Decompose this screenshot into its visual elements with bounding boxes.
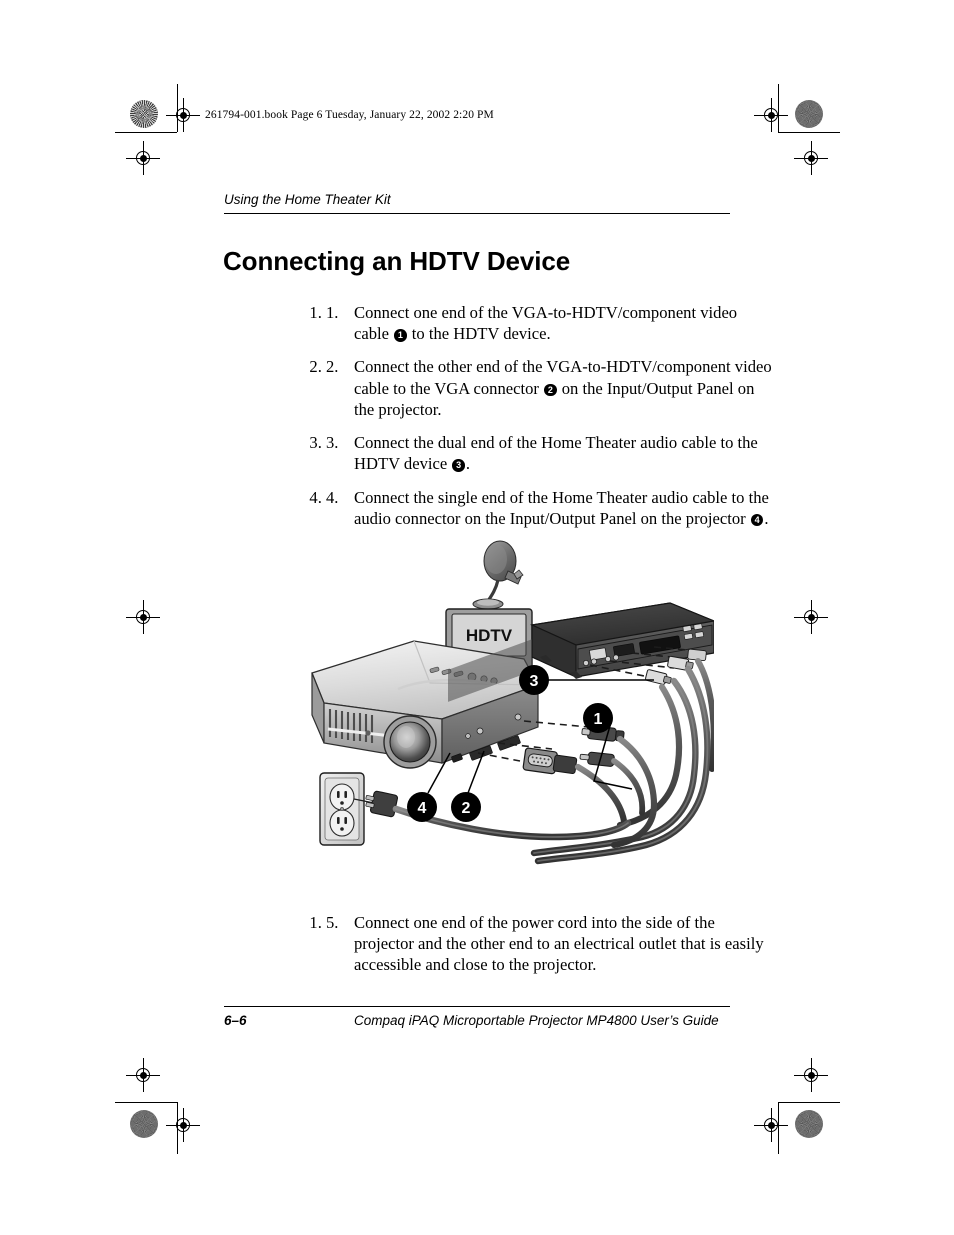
print-header-text: 261794-001.book Page 6 Tuesday, January …	[205, 109, 494, 121]
registration-mark-bottom-left-outer	[126, 1058, 160, 1092]
step-text: Connect one end of the power cord into t…	[354, 913, 764, 975]
callout-bubble-2: 2	[451, 792, 481, 822]
trim-line-top-left-h	[115, 132, 177, 134]
step-number: 1.	[326, 303, 339, 322]
instruction-step: 1. Connect one end of the VGA-to-HDTV/com…	[326, 302, 774, 344]
instruction-list-after-figure: 5. Connect one end of the power cord into…	[286, 912, 778, 988]
registration-mark-bottom-left-inner	[166, 1108, 200, 1142]
trim-line-top-left-v	[177, 84, 179, 132]
instruction-list-before-figure: 1. Connect one end of the VGA-to-HDTV/com…	[286, 302, 774, 541]
trim-line-top-right-v	[778, 84, 780, 132]
satellite-dish-icon	[472, 540, 524, 610]
registration-mark-middle-right	[794, 600, 828, 634]
svg-text:2: 2	[462, 800, 471, 817]
instruction-step: 2. Connect the other end of the VGA-to-HD…	[326, 356, 774, 420]
registration-mark-top-left-inner	[166, 98, 200, 132]
document-page: 261794-001.book Page 6 Tuesday, January …	[0, 0, 954, 1235]
page-title: Connecting an HDTV Device	[223, 246, 571, 276]
projector-icon	[311, 639, 539, 769]
callout-bubble-3: 3	[519, 665, 549, 695]
registration-mark-bottom-right-inner	[754, 1108, 788, 1142]
footer-page-number: 6–6	[224, 1013, 247, 1028]
footer-rule	[224, 1006, 730, 1008]
audio-plug-lower	[579, 751, 615, 767]
step-number: 5.	[326, 913, 339, 932]
inline-callout-3: 3	[452, 459, 465, 472]
svg-text:1: 1	[594, 711, 603, 728]
trim-line-bottom-left-v	[177, 1102, 179, 1154]
step-text: Connect one end of the VGA-to-HDTV/compo…	[354, 303, 738, 344]
registration-mark-top-right-inner	[754, 98, 788, 132]
registration-mark-bottom-right-outer	[794, 1058, 828, 1092]
instruction-step: 5. Connect one end of the power cord into…	[326, 912, 778, 976]
trim-line-bottom-left-h	[115, 1102, 177, 1104]
trim-line-top-right-h	[778, 132, 840, 134]
inline-callout-4: 4	[750, 513, 764, 527]
instruction-step: 4. Connect the single end of the Home The…	[326, 487, 774, 529]
registration-mark-middle-left	[126, 600, 160, 634]
instruction-step: 3. Connect the dual end of the Home Theat…	[326, 432, 774, 474]
halftone-star-target-bottom-left	[130, 1110, 158, 1138]
vga-connector-icon	[522, 747, 578, 775]
wall-outlet-icon	[319, 772, 365, 846]
trim-line-bottom-right-v	[778, 1102, 780, 1154]
halftone-star-target-top-right	[795, 100, 823, 128]
callout-bubble-1: 1	[583, 703, 613, 733]
registration-mark-top-left-outer	[126, 141, 160, 175]
footer-guide-title: Compaq iPAQ Microportable Projector MP48…	[354, 1013, 719, 1028]
step-text: Connect the single end of the Home Theat…	[354, 487, 769, 528]
step-number: 2.	[326, 357, 339, 377]
inline-callout-1: 1	[394, 329, 407, 342]
halftone-star-target-top-left	[130, 100, 158, 128]
running-head-rule	[224, 213, 730, 215]
step-number: 3.	[326, 433, 339, 453]
step-text: Connect the other end of the VGA-to-HDTV…	[354, 357, 772, 419]
svg-text:3: 3	[530, 673, 539, 690]
step-text: Connect the dual end of the Home Theater…	[354, 433, 758, 474]
hdtv-connection-illustration: HDTV 3 1 4 2	[302, 537, 714, 882]
hdtv-screen-label: HDTV	[466, 626, 513, 645]
registration-mark-top-right-outer	[794, 141, 828, 175]
callout-bubble-4: 4	[407, 792, 437, 822]
running-head: Using the Home Theater Kit	[224, 192, 391, 207]
trim-line-bottom-right-h	[778, 1102, 840, 1104]
inline-callout-2: 2	[544, 383, 557, 397]
step-number: 4.	[326, 487, 339, 507]
svg-text:4: 4	[418, 800, 427, 817]
halftone-star-target-bottom-right	[795, 1110, 823, 1138]
